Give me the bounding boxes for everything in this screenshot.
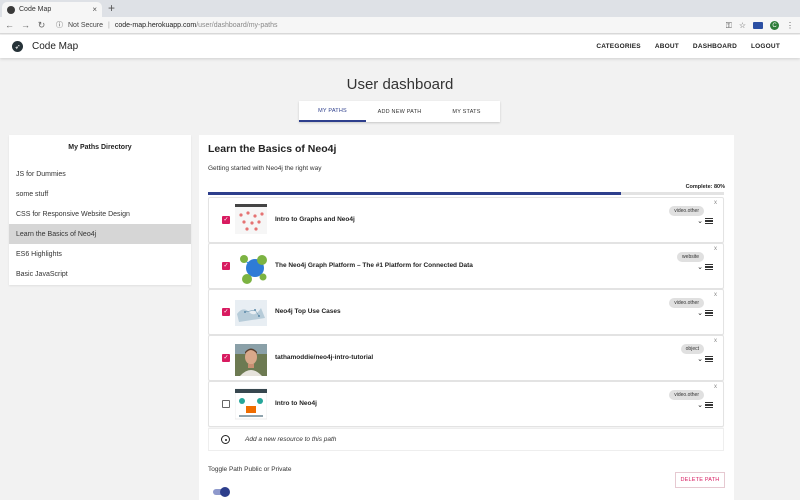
- resource-thumbnail: [235, 202, 267, 240]
- dashboard-tabs: MY PATHS ADD NEW PATH MY STATS: [299, 101, 500, 122]
- add-resource-label[interactable]: Add a new resource to this path: [245, 436, 336, 443]
- url-path: /user/dashboard/my-paths: [196, 21, 278, 29]
- resource-item: ✓ The Neo4j Graph Platform – The #1 Plat…: [208, 243, 724, 289]
- path-description: Getting started with Neo4j the right way: [208, 165, 322, 172]
- page-title: User dashboard: [346, 76, 454, 93]
- sidebar-item-some-stuff[interactable]: some stuff: [9, 184, 191, 204]
- delete-path-button[interactable]: DELETE PATH: [675, 472, 725, 488]
- resource-item: ✓ Neo4j Top Use Cases video.other x ⌄: [208, 289, 724, 335]
- tab-add-new-path[interactable]: ADD NEW PATH: [366, 101, 433, 122]
- resource-list: ✓ Intro to Graphs and Neo4j video.other …: [208, 197, 724, 427]
- chevron-down-icon[interactable]: ⌄: [697, 217, 703, 225]
- resource-type-badge: video.other: [669, 390, 704, 400]
- add-resource-row[interactable]: Add a new resource to this path: [208, 428, 724, 451]
- url-separator: |: [108, 21, 110, 29]
- browser-toolbar-right: ⚿ ☆ C ⋮: [726, 19, 794, 32]
- security-label: Not Secure: [68, 21, 104, 29]
- resource-type-badge: video.other: [669, 206, 704, 216]
- resource-type-badge: website: [677, 252, 704, 262]
- info-icon: ⓘ: [56, 22, 63, 29]
- menu-icon[interactable]: ⋮: [786, 21, 794, 30]
- brand-name[interactable]: Code Map: [32, 41, 78, 52]
- resource-checkbox[interactable]: [222, 400, 230, 408]
- resource-title[interactable]: Intro to Graphs and Neo4j: [275, 216, 355, 223]
- sidebar-item-css-responsive[interactable]: CSS for Responsive Website Design: [9, 204, 191, 224]
- resource-title[interactable]: Neo4j Top Use Cases: [275, 308, 341, 315]
- chevron-down-icon[interactable]: ⌄: [697, 309, 703, 317]
- app-header: ➶ Code Map CATEGORIES ABOUT DASHBOARD LO…: [0, 35, 800, 58]
- resource-item: ✓ tathamoddie/neo4j-intro-tutorial objec…: [208, 335, 724, 381]
- close-tab-icon[interactable]: ×: [92, 5, 97, 14]
- favicon-icon: [7, 5, 15, 14]
- nav-logout[interactable]: LOGOUT: [751, 43, 780, 50]
- tab-my-stats[interactable]: MY STATS: [433, 101, 500, 122]
- resource-thumbnail: [235, 294, 267, 332]
- add-circle-icon[interactable]: [221, 435, 230, 444]
- back-icon[interactable]: ←: [3, 20, 16, 30]
- path-title: Learn the Basics of Neo4j: [208, 143, 337, 155]
- browser-tab-title: Code Map: [19, 6, 52, 13]
- browser-address-bar: ← → ↻ ⓘ Not Secure | code-map.herokuapp.…: [0, 17, 800, 34]
- remove-resource-icon[interactable]: x: [714, 246, 717, 252]
- remove-resource-icon[interactable]: x: [714, 292, 717, 298]
- completion-label: Complete: 80%: [685, 184, 725, 190]
- chevron-down-icon[interactable]: ⌄: [697, 355, 703, 363]
- reload-icon[interactable]: ↻: [35, 20, 48, 31]
- drag-handle-icon[interactable]: [705, 356, 713, 362]
- resource-thumbnail: [235, 340, 267, 378]
- resource-title[interactable]: Intro to Neo4j: [275, 400, 317, 407]
- extension-icon[interactable]: [753, 22, 763, 29]
- browser-tabbar: Code Map × +: [0, 0, 800, 17]
- chevron-down-icon[interactable]: ⌄: [697, 401, 703, 409]
- resource-title[interactable]: The Neo4j Graph Platform – The #1 Platfo…: [275, 262, 473, 269]
- chevron-down-icon[interactable]: ⌄: [697, 263, 703, 271]
- drag-handle-icon[interactable]: [705, 218, 713, 224]
- resource-item: ✓ Intro to Graphs and Neo4j video.other …: [208, 197, 724, 243]
- drag-handle-icon[interactable]: [705, 264, 713, 270]
- main-nav: CATEGORIES ABOUT DASHBOARD LOGOUT: [596, 35, 780, 58]
- sidebar-item-basic-js[interactable]: Basic JavaScript: [9, 264, 191, 284]
- nav-categories[interactable]: CATEGORIES: [596, 43, 641, 50]
- remove-resource-icon[interactable]: x: [714, 338, 717, 344]
- resource-type-badge: object: [680, 344, 704, 354]
- url-field[interactable]: ⓘ Not Secure | code-map.herokuapp.com/us…: [56, 19, 278, 32]
- nav-dashboard[interactable]: DASHBOARD: [693, 43, 737, 50]
- toggle-label: Toggle Path Public or Private: [208, 466, 292, 473]
- path-detail-panel: Learn the Basics of Neo4j Getting starte…: [199, 135, 734, 500]
- url-host: code-map.herokuapp.com: [114, 21, 197, 29]
- resource-thumbnail: [235, 248, 267, 286]
- resource-thumbnail: [235, 386, 267, 424]
- drag-handle-icon[interactable]: [705, 402, 713, 408]
- sidebar-item-neo4j[interactable]: Learn the Basics of Neo4j: [9, 224, 191, 244]
- resource-checkbox[interactable]: ✓: [222, 262, 230, 270]
- browser-tab[interactable]: Code Map ×: [2, 2, 102, 17]
- resource-type-badge: video.other: [669, 298, 704, 308]
- progress-bar-fill: [208, 192, 621, 195]
- sidebar-item-es6[interactable]: ES6 Highlights: [9, 244, 191, 264]
- new-tab-button[interactable]: +: [108, 1, 115, 15]
- key-icon[interactable]: ⚿: [726, 21, 732, 31]
- resource-checkbox[interactable]: ✓: [222, 354, 230, 362]
- forward-icon[interactable]: →: [19, 20, 32, 30]
- resource-title[interactable]: tathamoddie/neo4j-intro-tutorial: [275, 354, 373, 361]
- resource-checkbox[interactable]: ✓: [222, 216, 230, 224]
- nav-about[interactable]: ABOUT: [655, 43, 679, 50]
- paths-directory: My Paths Directory JS for Dummies some s…: [9, 135, 191, 285]
- progress-bar: [208, 192, 724, 195]
- star-icon[interactable]: ☆: [739, 21, 746, 30]
- resource-checkbox[interactable]: ✓: [222, 308, 230, 316]
- resource-item: Intro to Neo4j video.other x ⌄: [208, 381, 724, 427]
- public-private-toggle[interactable]: [213, 487, 230, 497]
- profile-avatar[interactable]: C: [770, 21, 779, 30]
- remove-resource-icon[interactable]: x: [714, 200, 717, 206]
- compass-logo-icon[interactable]: ➶: [12, 41, 23, 52]
- tab-my-paths[interactable]: MY PATHS: [299, 101, 366, 122]
- sidebar-item-js-for-dummies[interactable]: JS for Dummies: [9, 164, 191, 184]
- drag-handle-icon[interactable]: [705, 310, 713, 316]
- remove-resource-icon[interactable]: x: [714, 384, 717, 390]
- directory-heading: My Paths Directory: [68, 144, 132, 151]
